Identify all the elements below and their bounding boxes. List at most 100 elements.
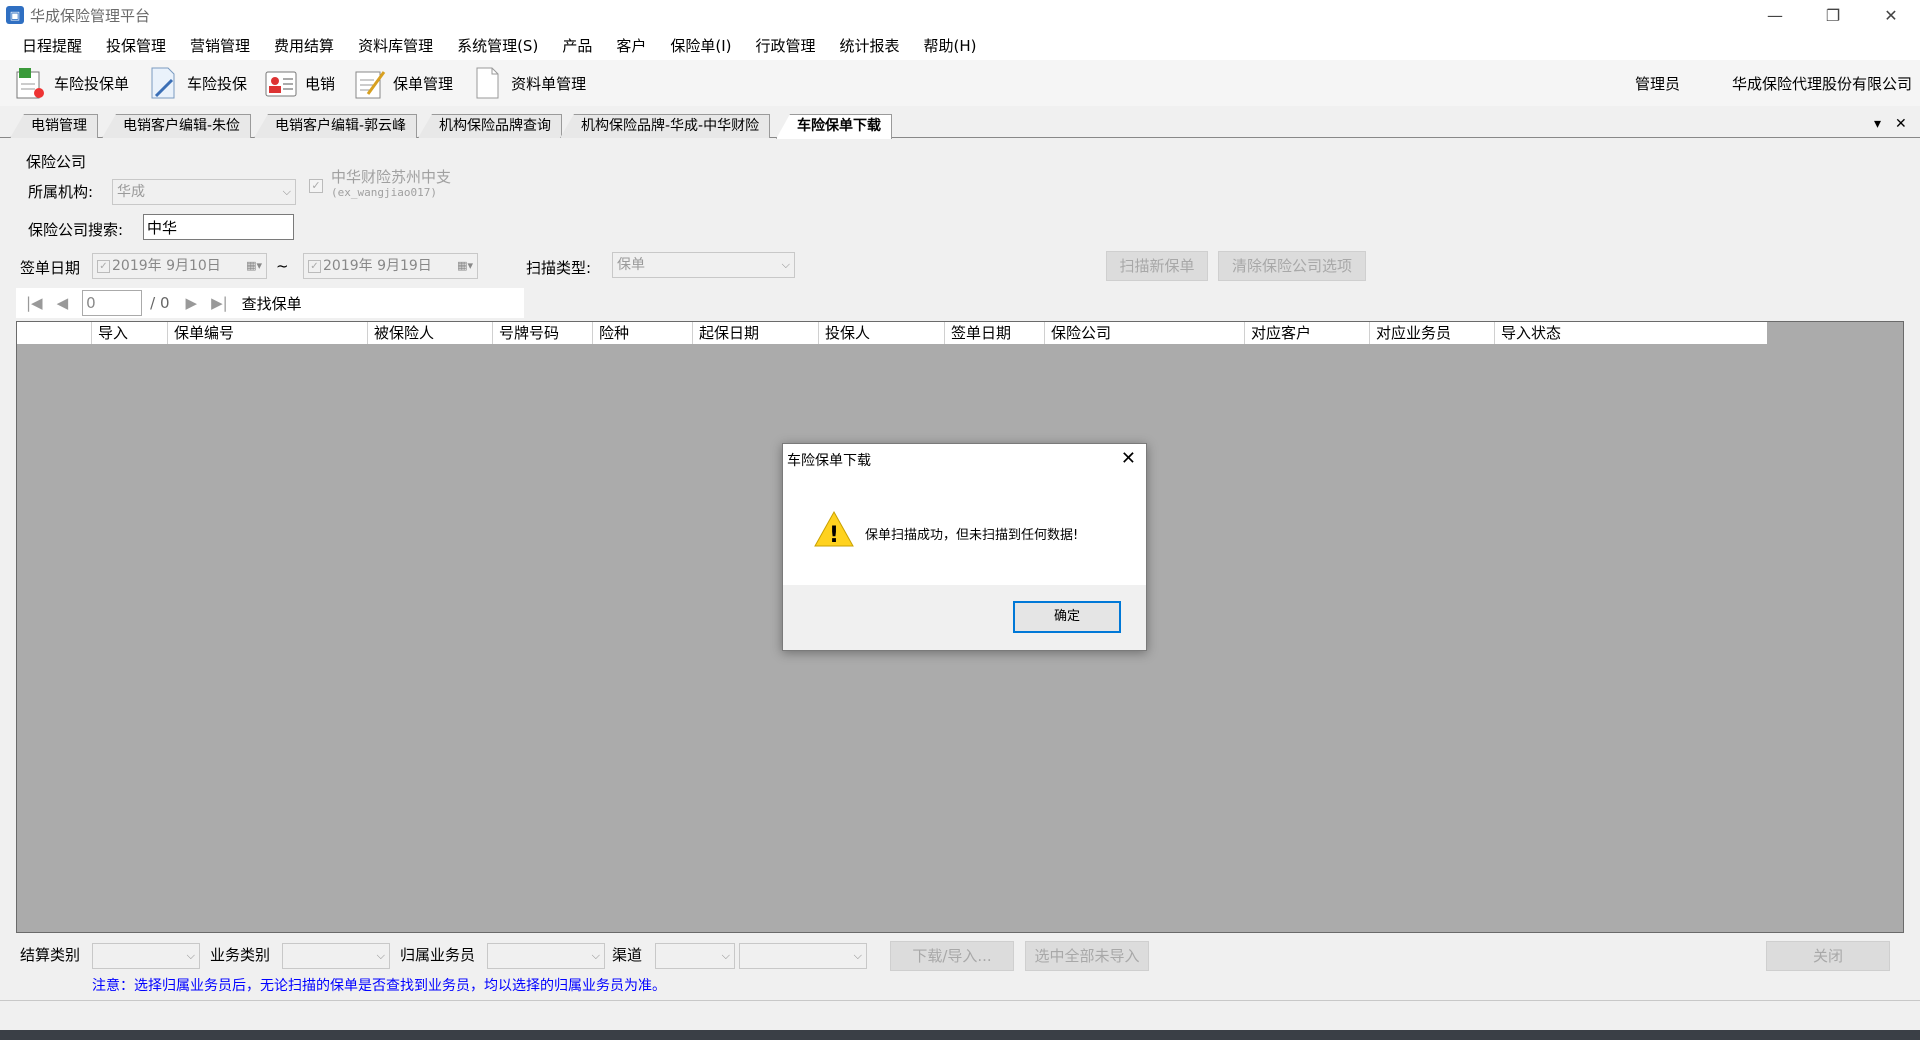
date-to-checkbox[interactable]: ✓	[308, 259, 321, 273]
warning-icon: !	[813, 510, 855, 552]
date-from-checkbox[interactable]: ✓	[97, 259, 110, 273]
menu-item-customer[interactable]: 客户	[604, 35, 658, 56]
chevron-down-icon: ⌵	[282, 185, 291, 198]
salesman-label: 归属业务员	[400, 946, 476, 964]
channel-select[interactable]: ⌵	[655, 943, 735, 969]
minimize-button[interactable]: —	[1746, 0, 1804, 30]
grid-header: 导入 保单编号 被保险人 号牌号码 险种 起保日期 投保人 签单日期 保险公司 …	[17, 322, 1767, 344]
restore-button[interactable]: ❐	[1804, 0, 1862, 30]
tab-telesales-edit-zhu[interactable]: 电销客户编辑-朱俭	[102, 114, 252, 138]
column-header[interactable]: 号牌号码	[493, 322, 593, 344]
chevron-down-icon: ⌵	[853, 949, 862, 962]
settle-type-select[interactable]: ⌵	[92, 943, 200, 969]
menu-item-help[interactable]: 帮助(H)	[912, 35, 989, 56]
car-insure-button[interactable]: 车险投保	[145, 65, 247, 101]
menu-item-system[interactable]: 系统管理(S)	[445, 35, 550, 56]
status-divider	[0, 1000, 1920, 1001]
org-select[interactable]: 华成 ⌵	[112, 179, 296, 205]
last-page-icon[interactable]: ▶|	[211, 294, 228, 312]
column-header[interactable]: 险种	[593, 322, 693, 344]
menu-item-reports[interactable]: 统计报表	[828, 35, 912, 56]
toolbar: 车险投保单 车险投保 电销 保单管理 资料单管理 管理员 华成保险代理股份有限公…	[0, 60, 1920, 106]
tab-policy-download[interactable]: 车险保单下载	[776, 114, 892, 139]
settle-type-label: 结算类别	[20, 946, 81, 964]
scan-type-select[interactable]: 保单 ⌵	[612, 252, 795, 278]
branch-name: 中华财险苏州中支	[331, 168, 452, 186]
car-insurance-form-button[interactable]: 车险投保单	[12, 65, 129, 101]
select-all-unimported-button[interactable]: 选中全部未导入	[1025, 941, 1149, 971]
policy-management-button[interactable]: 保单管理	[351, 65, 453, 101]
tab-brand-query[interactable]: 机构保险品牌查询	[418, 114, 562, 138]
title-bar: ▣ 华成保险管理平台 — ❐ ✕	[0, 0, 1920, 30]
menu-item-marketing[interactable]: 营销管理	[178, 35, 262, 56]
biz-type-select[interactable]: ⌵	[282, 943, 390, 969]
find-policy-button[interactable]: 查找保单	[242, 293, 302, 314]
first-page-icon[interactable]: |◀	[26, 294, 43, 312]
chevron-down-icon: ⌵	[591, 949, 600, 962]
menu-item-product[interactable]: 产品	[550, 35, 604, 56]
tab-telesales[interactable]: 电销管理	[10, 114, 98, 138]
data-sheet-management-button[interactable]: 资料单管理	[469, 65, 586, 101]
biz-type-label: 业务类别	[210, 946, 271, 964]
scan-type-value: 保单	[617, 257, 645, 273]
branch-label: 中华财险苏州中支 (ex_wangjiao017)	[331, 169, 451, 201]
channel-sub-select[interactable]: ⌵	[739, 943, 867, 969]
date-to-value: 2019年 9月19日	[323, 258, 432, 274]
column-header[interactable]: 对应客户	[1245, 322, 1370, 344]
column-header[interactable]: 导入状态	[1495, 322, 1767, 344]
blank-document-icon	[469, 65, 505, 101]
tab-list-dropdown-icon[interactable]: ▾	[1874, 116, 1881, 132]
menu-item-settlement[interactable]: 费用结算	[262, 35, 346, 56]
menu-bar: 日程提醒 投保管理 营销管理 费用结算 资料库管理 系统管理(S) 产品 客户 …	[0, 30, 1920, 60]
tab-brand-huacheng[interactable]: 机构保险品牌-华成-中华财险	[560, 114, 771, 138]
column-header[interactable]: 投保人	[819, 322, 945, 344]
chevron-down-icon: ⌵	[781, 258, 790, 271]
company-search-label: 保险公司搜索:	[28, 221, 124, 239]
chevron-down-icon: ⌵	[186, 949, 195, 962]
message-dialog: 车险保单下载 ✕ ! 保单扫描成功，但未扫描到任何数据! 确定	[782, 443, 1147, 651]
column-header[interactable]: 保单编号	[168, 322, 368, 344]
sign-date-label: 签单日期	[20, 259, 81, 277]
branch-checkbox[interactable]: ✓	[309, 179, 323, 193]
close-window-button[interactable]: ✕	[1862, 0, 1920, 30]
company-search-input[interactable]	[143, 214, 294, 240]
menu-item-schedule[interactable]: 日程提醒	[10, 35, 94, 56]
column-header[interactable]: 被保险人	[368, 322, 493, 344]
calendar-icon[interactable]: ▦▾	[457, 254, 473, 278]
app-logo-icon: ▣	[6, 6, 24, 24]
document-icon	[145, 65, 181, 101]
tab-close-icon[interactable]: ✕	[1895, 116, 1907, 132]
column-header[interactable]: 签单日期	[945, 322, 1045, 344]
toolbar-label: 保单管理	[393, 74, 454, 93]
edit-document-icon	[351, 65, 387, 101]
salesman-select[interactable]: ⌵	[487, 943, 605, 969]
column-header[interactable]: 对应业务员	[1370, 322, 1495, 344]
prev-page-icon[interactable]: ◀	[57, 294, 69, 312]
menu-item-admin[interactable]: 行政管理	[743, 35, 827, 56]
date-from-picker[interactable]: ✓ 2019年 9月10日 ▦▾	[92, 253, 267, 279]
user-info: 管理员 华成保险代理股份有限公司	[1583, 60, 1912, 106]
scan-new-policy-button[interactable]: 扫描新保单	[1106, 251, 1208, 281]
page-number-input[interactable]: 0	[82, 290, 143, 316]
calendar-icon[interactable]: ▦▾	[246, 254, 262, 278]
next-page-icon[interactable]: ▶	[186, 294, 198, 312]
menu-item-library[interactable]: 资料库管理	[346, 35, 445, 56]
download-import-button[interactable]: 下载/导入...	[890, 941, 1014, 971]
org-select-value: 华成	[117, 184, 145, 200]
date-to-picker[interactable]: ✓ 2019年 9月19日 ▦▾	[303, 253, 478, 279]
contact-card-icon	[263, 65, 299, 101]
column-header[interactable]: 起保日期	[693, 322, 819, 344]
column-header[interactable]: 保险公司	[1045, 322, 1245, 344]
clear-company-button[interactable]: 清除保险公司选项	[1218, 251, 1366, 281]
telesales-button[interactable]: 电销	[263, 65, 335, 101]
column-header[interactable]: 导入	[92, 322, 168, 344]
close-button[interactable]: 关闭	[1766, 941, 1890, 971]
dialog-title: 车险保单下载	[787, 453, 871, 469]
ok-button[interactable]: 确定	[1013, 601, 1121, 633]
dialog-close-icon[interactable]: ✕	[1121, 448, 1136, 469]
taskbar	[0, 1030, 1920, 1040]
menu-item-insure[interactable]: 投保管理	[94, 35, 178, 56]
tab-telesales-edit-guo[interactable]: 电销客户编辑-郭云峰	[254, 114, 418, 138]
row-header-cell	[17, 322, 92, 344]
menu-item-policy[interactable]: 保险单(I)	[658, 35, 743, 56]
